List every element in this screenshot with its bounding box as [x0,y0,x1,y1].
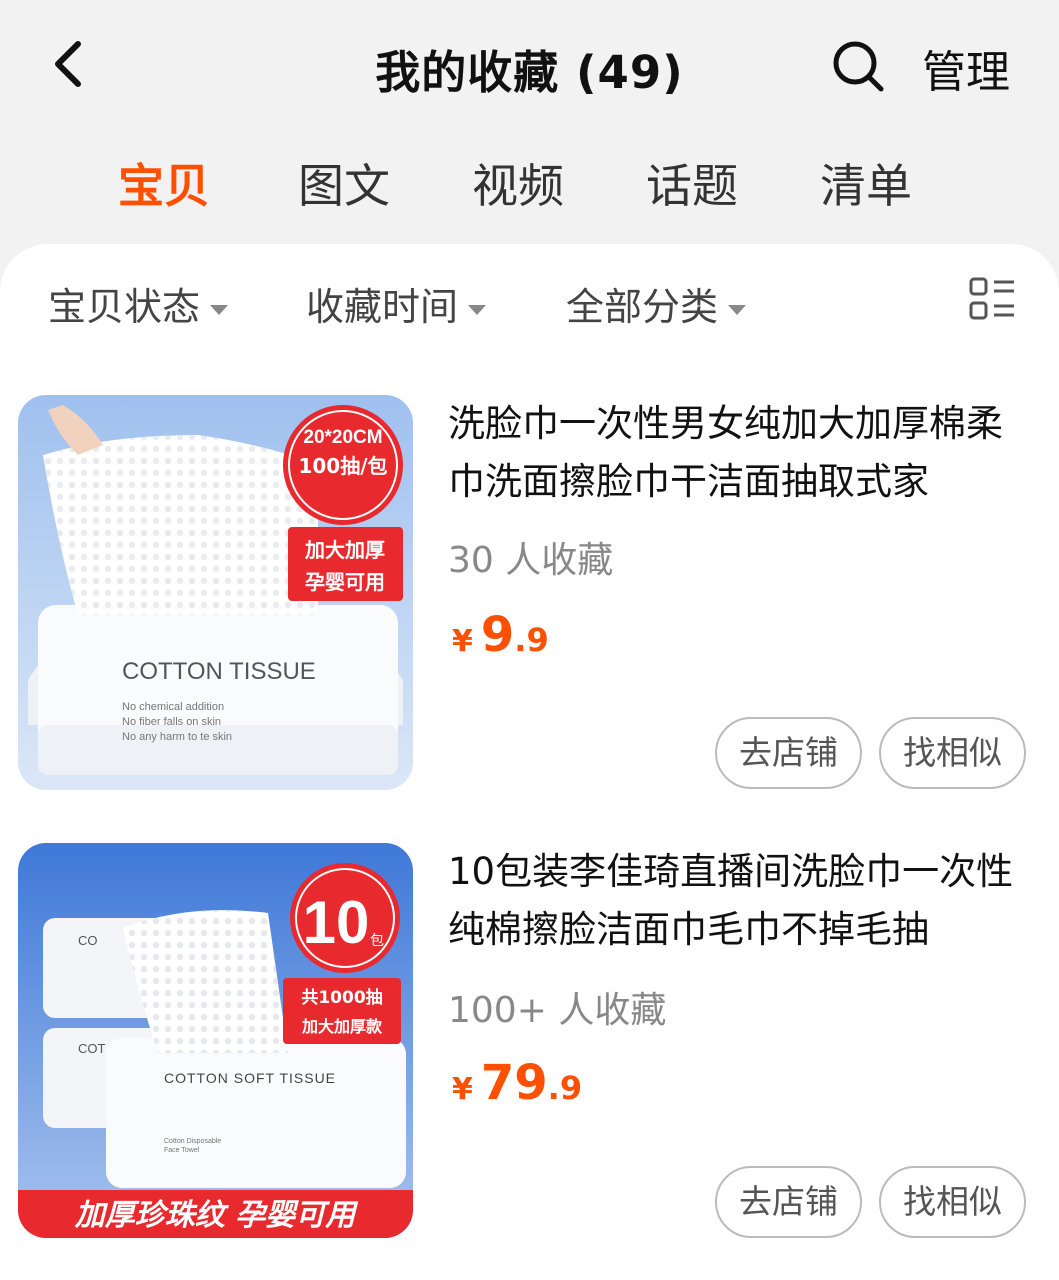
find-similar-button[interactable]: 找相似 [879,717,1026,789]
box-text-line: No fiber falls on skin [122,716,221,728]
price-currency: ¥ [452,1072,473,1107]
find-similar-button[interactable]: 找相似 [879,1166,1026,1238]
side-box-label: CO [78,933,98,948]
caret-down-icon [728,304,747,315]
product-card[interactable]: CO COT COTTON SOFT TISSUE Cotton Disposa… [0,843,1059,1243]
filter-label: 宝贝状态 [48,285,201,329]
tab-bar: 宝贝 图文 视频 话题 清单 [0,150,1059,220]
favorite-count: 100+ 人收藏 [448,990,667,1031]
box-text-line: No any harm to te skin [122,731,232,743]
filter-label: 收藏时间 [306,285,459,329]
box-brand-text: COTTON SOFT TISSUE [164,1070,336,1086]
filter-label: 全部分类 [566,285,719,329]
filter-time[interactable]: 收藏时间 [306,276,487,331]
top-bar: 我的收藏 (49) 管理 [0,0,1059,130]
box-small-text: Cotton Disposable [164,1138,221,1145]
tag-text-line: 孕婴可用 [305,570,385,594]
tag-text-line: 加大加厚款 [301,1017,383,1036]
tab-posts[interactable]: 图文 [298,150,390,216]
filter-bar: 宝贝状态 收藏时间 全部分类 [0,276,1059,329]
filter-item-status[interactable]: 宝贝状态 [48,276,229,331]
tab-items[interactable]: 宝贝 [118,150,210,216]
list-layout-icon[interactable] [968,276,1016,322]
page-title-text: 我的收藏 [375,46,560,99]
product-title[interactable]: 洗脸巾一次性男女纯加大加厚棉柔巾洗面擦脸巾干洁面抽取式家 [448,395,1018,511]
caret-down-icon [468,304,487,315]
product-title[interactable]: 10包装李佳琦直播间洗脸巾一次性纯棉擦脸洁面巾毛巾不掉毛抽 [448,843,1018,959]
go-to-shop-button[interactable]: 去店铺 [715,717,862,789]
side-box-label: COT [78,1041,106,1056]
tab-lists[interactable]: 清单 [820,150,912,216]
badge-count-text: 100抽/包 [298,454,387,478]
badge-size-text: 20*20CM [303,427,382,448]
tag-text-line: 共1000抽 [301,987,382,1008]
page-title: 我的收藏 (49) [0,36,1059,101]
price-currency: ¥ [452,624,473,659]
product-price: ¥79.9 [452,1055,582,1111]
badge-number: 10 [303,889,370,956]
banner-text: 加厚珍珠纹 孕婴可用 [74,1198,359,1233]
caret-down-icon [210,304,229,315]
favorite-count: 30 人收藏 [448,540,614,581]
box-text-line: No chemical addition [122,701,224,713]
badge-unit: 包 [370,933,384,949]
tab-topics[interactable]: 话题 [646,150,738,216]
manage-button[interactable]: 管理 [922,36,1010,100]
favorites-count: (49) [575,46,684,99]
tab-videos[interactable]: 视频 [472,150,564,216]
go-to-shop-button[interactable]: 去店铺 [715,1166,862,1238]
product-image[interactable]: CO COT COTTON SOFT TISSUE Cotton Disposa… [18,843,413,1238]
tag-text-line: 加大加厚 [304,538,385,562]
price-decimal: .9 [547,1069,583,1107]
product-price: ¥9.9 [452,607,549,663]
box-brand-text: COTTON TISSUE [122,658,316,685]
price-integer: 79 [480,1055,548,1111]
search-icon[interactable] [830,38,886,94]
price-decimal: .9 [514,621,549,659]
box-small-text: Face Towel [164,1147,200,1154]
price-integer: 9 [480,607,515,663]
filter-category[interactable]: 全部分类 [566,276,747,331]
product-image[interactable]: COTTON TISSUE No chemical addition No fi… [18,395,413,790]
product-card[interactable]: COTTON TISSUE No chemical addition No fi… [0,395,1059,795]
